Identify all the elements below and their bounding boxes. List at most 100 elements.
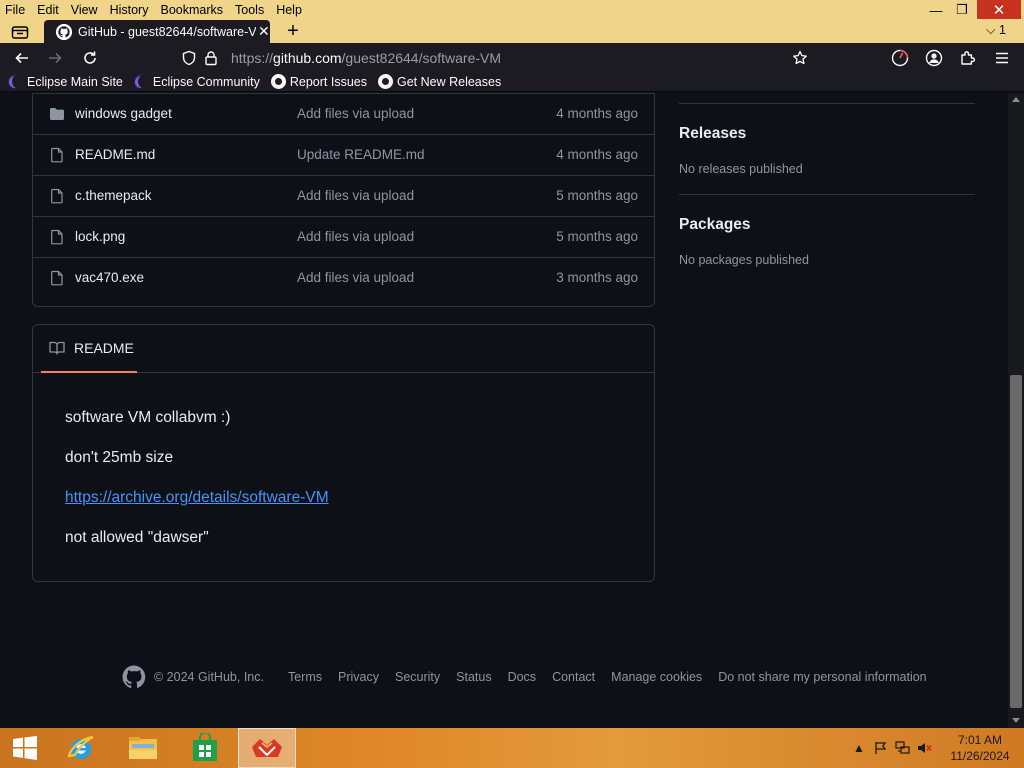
clock-date: 11/26/2024 [950, 749, 1010, 763]
extensions-button[interactable] [957, 47, 979, 69]
file-name-link[interactable]: c.themepack [75, 188, 152, 203]
bookmark-label: Eclipse Community [152, 74, 260, 89]
packages-heading[interactable]: Packages [679, 216, 751, 234]
menu-history[interactable]: History [104, 3, 155, 17]
footer-link-do-not-share[interactable]: Do not share my personal information [718, 670, 926, 684]
file-icon [51, 188, 63, 204]
back-button[interactable] [11, 47, 33, 69]
file-icon [51, 147, 63, 163]
close-tab-icon[interactable]: ✕ [258, 23, 270, 40]
taskbar-firefox[interactable] [238, 728, 296, 768]
url-text[interactable]: https://github.com/guest82644/software-V… [231, 50, 501, 66]
commit-age: 5 months ago [556, 188, 638, 203]
scrollbar-thumb[interactable] [1010, 375, 1022, 708]
commit-message-link[interactable]: Add files via upload [297, 270, 414, 285]
internet-explorer-icon [67, 735, 94, 759]
table-row[interactable]: lock.png Add files via upload 5 months a… [33, 216, 654, 257]
network-icon[interactable] [892, 738, 914, 758]
table-row[interactable]: c.themepack Add files via upload 5 month… [33, 175, 654, 216]
menu-bookmarks[interactable]: Bookmarks [154, 3, 229, 17]
tab-list-icon [11, 26, 29, 39]
clock-time: 7:01 AM [957, 733, 1003, 747]
commit-message-link[interactable]: Add files via upload [297, 106, 414, 121]
github-logo-icon[interactable] [122, 665, 146, 689]
minimize-button[interactable]: — [924, 0, 948, 20]
reload-icon [84, 51, 96, 64]
bookmark-eclipse-main-site[interactable]: Eclipse Main Site [8, 74, 123, 89]
menu-tools[interactable]: Tools [229, 3, 270, 17]
file-name-link[interactable]: vac470.exe [75, 270, 144, 285]
readme-tab-label: README [74, 340, 134, 356]
account-icon [925, 49, 943, 67]
file-name-link[interactable]: lock.png [75, 229, 125, 244]
bookmark-report-issues[interactable]: Report Issues [270, 74, 367, 89]
restore-button[interactable]: ❐ [950, 0, 974, 20]
tracking-shield-icon[interactable] [180, 50, 198, 66]
footer-link-privacy[interactable]: Privacy [338, 670, 379, 684]
forward-button[interactable] [44, 47, 66, 69]
footer-link-terms[interactable]: Terms [288, 670, 322, 684]
commit-message-link[interactable]: Add files via upload [297, 188, 414, 203]
commit-age: 5 months ago [556, 229, 638, 244]
readme-line: not allowed "dawser" [65, 529, 209, 546]
bookmark-get-new-releases[interactable]: Get New Releases [377, 74, 502, 89]
commit-age: 3 months ago [556, 270, 638, 285]
lock-icon[interactable] [202, 50, 220, 66]
address-bar[interactable]: https://github.com/guest82644/software-V… [176, 46, 816, 69]
bookmark-label: Eclipse Main Site [27, 74, 123, 89]
scroll-down-icon[interactable] [1012, 718, 1020, 723]
bookmark-label: Get New Releases [396, 74, 502, 89]
app-menu-button[interactable] [991, 47, 1013, 69]
url-scheme: https:// [231, 49, 274, 66]
sidebar-divider [679, 103, 975, 104]
taskbar-store[interactable] [176, 728, 234, 768]
sidebar-divider [679, 194, 975, 195]
file-name-link[interactable]: README.md [75, 147, 155, 162]
archive-link[interactable]: https://archive.org/details/software-VM [65, 489, 329, 506]
scroll-up-icon[interactable] [1012, 97, 1020, 102]
taskbar-file-explorer[interactable] [114, 728, 172, 768]
file-name-link[interactable]: windows gadget [75, 106, 172, 121]
gauge-icon [891, 49, 909, 67]
system-clock[interactable]: 7:01 AM 11/26/2024 [944, 732, 1016, 764]
footer-link-status[interactable]: Status [456, 670, 491, 684]
close-window-button[interactable]: ✕ [977, 0, 1021, 19]
menu-help[interactable]: Help [270, 3, 308, 17]
tab-overflow-button[interactable]: ⌵ 1 [986, 23, 1006, 38]
url-path: /guest82644/software-VM [341, 49, 502, 66]
menu-edit[interactable]: Edit [31, 3, 65, 17]
hamburger-icon [996, 52, 1008, 64]
tray-overflow-icon[interactable]: ▲ [848, 738, 870, 758]
footer-link-security[interactable]: Security [395, 670, 440, 684]
page-scrollbar[interactable] [1008, 93, 1024, 728]
table-row[interactable]: vac470.exe Add files via upload 3 months… [33, 257, 654, 298]
bookmark-star-button[interactable] [789, 47, 811, 69]
volume-muted-icon[interactable] [914, 738, 936, 758]
action-center-flag-icon[interactable] [870, 738, 892, 758]
new-tab-button[interactable]: + [282, 21, 304, 42]
menu-view[interactable]: View [65, 3, 104, 17]
releases-heading[interactable]: Releases [679, 125, 746, 143]
eclipse-icon [8, 74, 23, 89]
table-row[interactable]: windows gadget Add files via upload 4 mo… [33, 93, 654, 134]
readme-header: README [33, 325, 654, 373]
taskbar-internet-explorer[interactable] [52, 728, 110, 768]
tab-list-button[interactable] [8, 22, 32, 42]
readme-tab[interactable]: README [41, 325, 137, 373]
commit-message-link[interactable]: Add files via upload [297, 229, 414, 244]
menu-file[interactable]: File [0, 3, 31, 17]
tab-title: GitHub - guest82644/software-VM [78, 24, 256, 39]
tab-github-software-vm[interactable]: GitHub - guest82644/software-VM ✕ [44, 20, 270, 43]
account-button[interactable] [923, 47, 945, 69]
packages-empty-text: No packages published [679, 253, 809, 267]
start-button[interactable] [0, 728, 50, 768]
footer-link-manage-cookies[interactable]: Manage cookies [611, 670, 702, 684]
bookmark-eclipse-community[interactable]: Eclipse Community [133, 74, 260, 89]
bookmark-label: Report Issues [289, 74, 367, 89]
reload-button[interactable] [79, 47, 101, 69]
commit-message-link[interactable]: Update README.md [297, 147, 425, 162]
footer-link-contact[interactable]: Contact [552, 670, 595, 684]
table-row[interactable]: README.md Update README.md 4 months ago [33, 134, 654, 175]
performance-button[interactable] [889, 47, 911, 69]
footer-link-docs[interactable]: Docs [508, 670, 536, 684]
